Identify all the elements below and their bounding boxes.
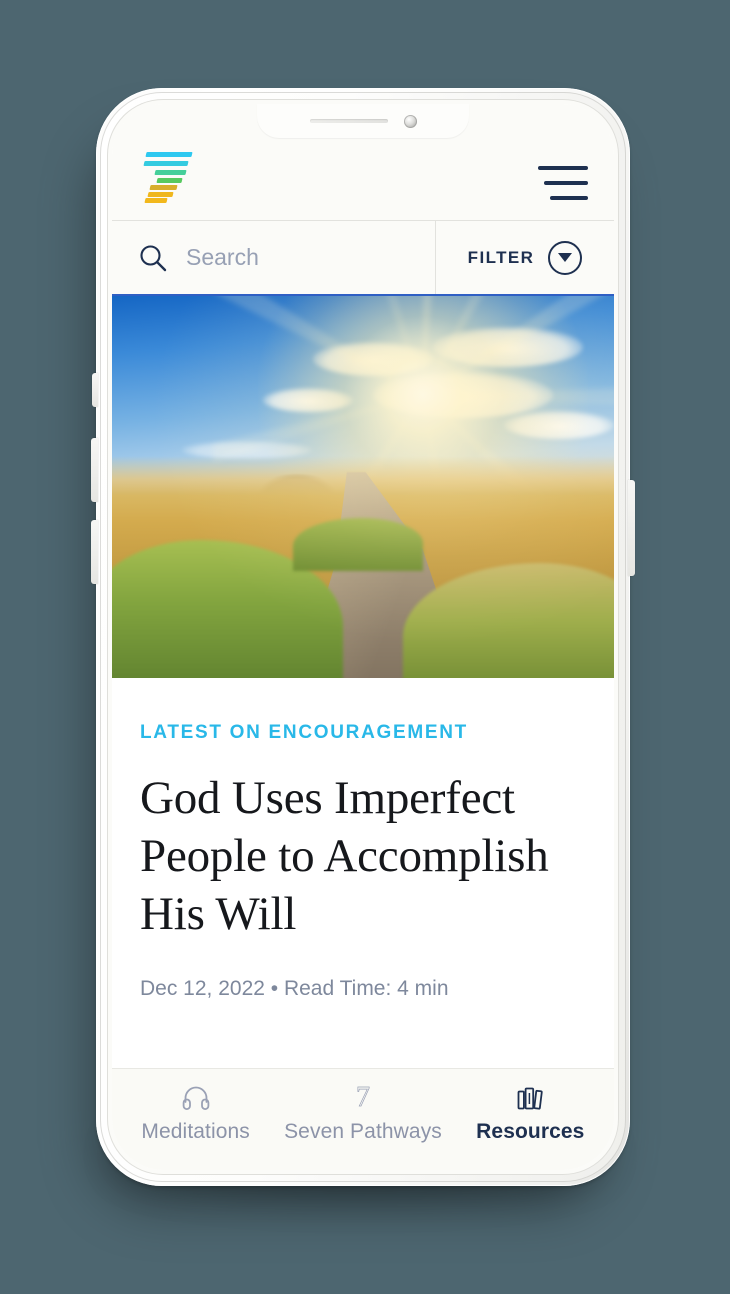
article-category-label: LATEST ON ENCOURAGEMENT — [140, 722, 468, 743]
front-camera-icon — [403, 114, 417, 128]
nav-label-seven-pathways: Seven Pathways — [284, 1120, 442, 1143]
article-card[interactable]: LATEST ON ENCOURAGEMENT God Uses Imperfe… — [112, 678, 614, 1002]
silent-switch-button[interactable] — [92, 373, 98, 407]
nav-label-resources: Resources — [476, 1120, 585, 1143]
chevron-down-circle-icon — [548, 240, 583, 275]
seven-numeral-icon: 7 — [355, 1082, 371, 1113]
earpiece-speaker — [309, 119, 388, 123]
article-meta: Dec 12, 2022 • Read Time: 4 min — [140, 977, 449, 1001]
books-icon — [516, 1083, 544, 1113]
volume-down-button[interactable] — [91, 520, 98, 584]
search-input[interactable] — [186, 244, 435, 271]
volume-up-button[interactable] — [91, 438, 98, 502]
hero-image — [112, 296, 614, 678]
hamburger-line-2 — [544, 181, 588, 185]
article-headline[interactable]: God Uses Imperfect People to Accomplish … — [140, 770, 586, 943]
phone-device-frame: FILTER LATEST — [91, 88, 635, 1186]
brand-logo-icon[interactable] — [138, 150, 194, 203]
search-filter-bar: FILTER — [112, 220, 614, 296]
phone-screen: FILTER LATEST — [112, 104, 614, 1170]
hamburger-line-3 — [550, 196, 588, 200]
filter-label: FILTER — [467, 247, 535, 267]
hamburger-menu-icon[interactable] — [536, 166, 588, 200]
hamburger-line-1 — [538, 166, 588, 170]
power-button[interactable] — [628, 480, 635, 576]
nav-label-meditations: Meditations — [141, 1120, 250, 1143]
headphones-icon — [181, 1083, 211, 1113]
phone-notch — [257, 104, 469, 138]
hero-grass-middle — [292, 517, 424, 572]
search-icon — [138, 243, 168, 273]
search-field-container[interactable] — [112, 221, 436, 294]
filter-button[interactable]: FILTER — [436, 221, 614, 294]
bottom-navigation-bar: Meditations 7 Seven Pathways Resources — [112, 1068, 614, 1170]
nav-item-meditations[interactable]: Meditations — [112, 1083, 279, 1144]
nav-item-resources[interactable]: Resources — [447, 1083, 614, 1144]
nav-item-seven-pathways[interactable]: 7 Seven Pathways — [279, 1083, 446, 1144]
